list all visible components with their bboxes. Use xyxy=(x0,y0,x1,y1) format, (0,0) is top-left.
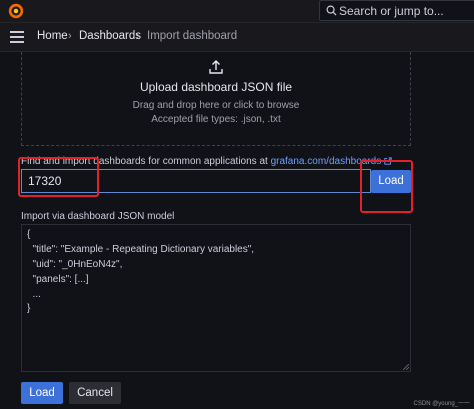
search-icon xyxy=(326,5,337,16)
json-line: "panels": [...] xyxy=(27,274,89,285)
upload-icon xyxy=(209,60,223,74)
grafana-logo-icon[interactable] xyxy=(7,2,25,20)
load-button[interactable]: Load xyxy=(21,382,63,404)
search-bar[interactable]: Search or jump to... xyxy=(319,0,474,21)
breadcrumb-dashboards[interactable]: Dashboards xyxy=(79,30,141,42)
top-bar: Search or jump to... xyxy=(0,0,474,23)
upload-file-types: Accepted file types: .json, .txt xyxy=(151,114,281,125)
nav-bar: Home › Dashboards › Import dashboard xyxy=(0,23,474,52)
hamburger-icon[interactable] xyxy=(10,31,24,43)
json-line: { xyxy=(27,229,31,240)
breadcrumb-current: Import dashboard xyxy=(147,30,238,42)
highlight-load-box xyxy=(360,160,413,213)
json-line: "uid": "_0HnEoN4z", xyxy=(27,259,123,270)
json-model-label: Import via dashboard JSON model xyxy=(21,211,175,222)
watermark: CSDN @young_一一 xyxy=(413,401,470,407)
cancel-button[interactable]: Cancel xyxy=(69,382,121,404)
json-line: } xyxy=(27,303,31,314)
breadcrumb-separator: › xyxy=(68,30,72,42)
breadcrumb-separator: › xyxy=(136,30,140,42)
json-line: "title": "Example - Repeating Dictionary… xyxy=(27,244,255,255)
upload-hint: Drag and drop here or click to browse xyxy=(132,100,300,111)
highlight-input-box xyxy=(18,157,99,197)
search-placeholder: Search or jump to... xyxy=(339,4,444,18)
json-line: ... xyxy=(27,289,41,300)
resize-handle-icon[interactable] xyxy=(403,364,409,370)
breadcrumb-home[interactable]: Home xyxy=(37,30,68,42)
upload-title: Upload dashboard JSON file xyxy=(139,80,293,94)
